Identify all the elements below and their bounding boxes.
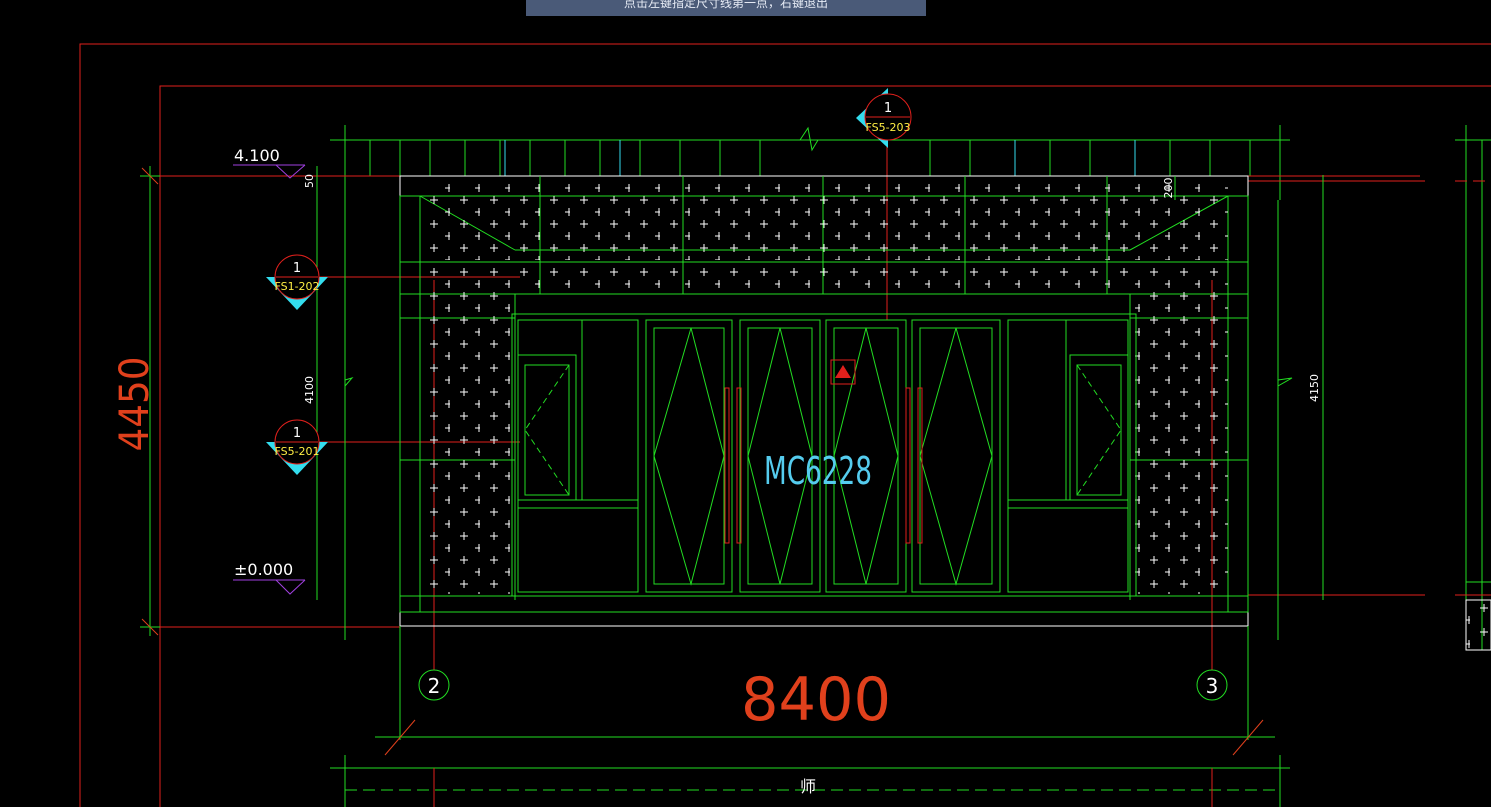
dim-4150: 4150	[1308, 374, 1321, 402]
cladding-hatch	[420, 180, 1228, 594]
dim-8400: 8400	[741, 665, 891, 735]
dim-4450: 4450	[112, 357, 158, 452]
bottom-cut-text: 师	[800, 777, 816, 796]
dim-200: 200	[1162, 178, 1175, 199]
elevation-mark-bottom: ±0.000	[233, 560, 306, 595]
door-label: MC6228	[764, 449, 872, 493]
elevation-mark-top: 4.100	[233, 146, 306, 179]
svg-text:1: 1	[293, 261, 301, 276]
svg-text:3: 3	[1206, 674, 1219, 698]
dim-4100: 4100	[303, 376, 316, 404]
red-marker-icon	[830, 359, 856, 385]
svg-text:1: 1	[884, 101, 892, 116]
adjacent-drawing-partial	[1455, 125, 1491, 651]
svg-text:1: 1	[293, 426, 301, 441]
svg-text:4.100: 4.100	[234, 146, 280, 165]
svg-text:FS5-201: FS5-201	[274, 445, 319, 458]
grid-bubble-3: 3	[1196, 669, 1228, 701]
svg-text:FS1-202: FS1-202	[274, 280, 319, 293]
svg-text:2: 2	[428, 674, 441, 698]
svg-text:±0.000: ±0.000	[234, 560, 293, 579]
section-mark-fs5-201[interactable]: 1 FS5-201	[266, 419, 328, 475]
grid-bubble-2: 2	[418, 669, 450, 701]
section-mark-fs1-202[interactable]: 1 FS1-202	[266, 254, 328, 310]
cad-drawing-canvas[interactable]: MC6228 4450 4100 50 4150 200 4.100 ±0.00…	[0, 0, 1491, 807]
svg-text:FS5-203: FS5-203	[865, 121, 910, 134]
dim-50: 50	[303, 174, 316, 188]
section-mark-fs5-203[interactable]: 1 FS5-203	[856, 88, 912, 148]
